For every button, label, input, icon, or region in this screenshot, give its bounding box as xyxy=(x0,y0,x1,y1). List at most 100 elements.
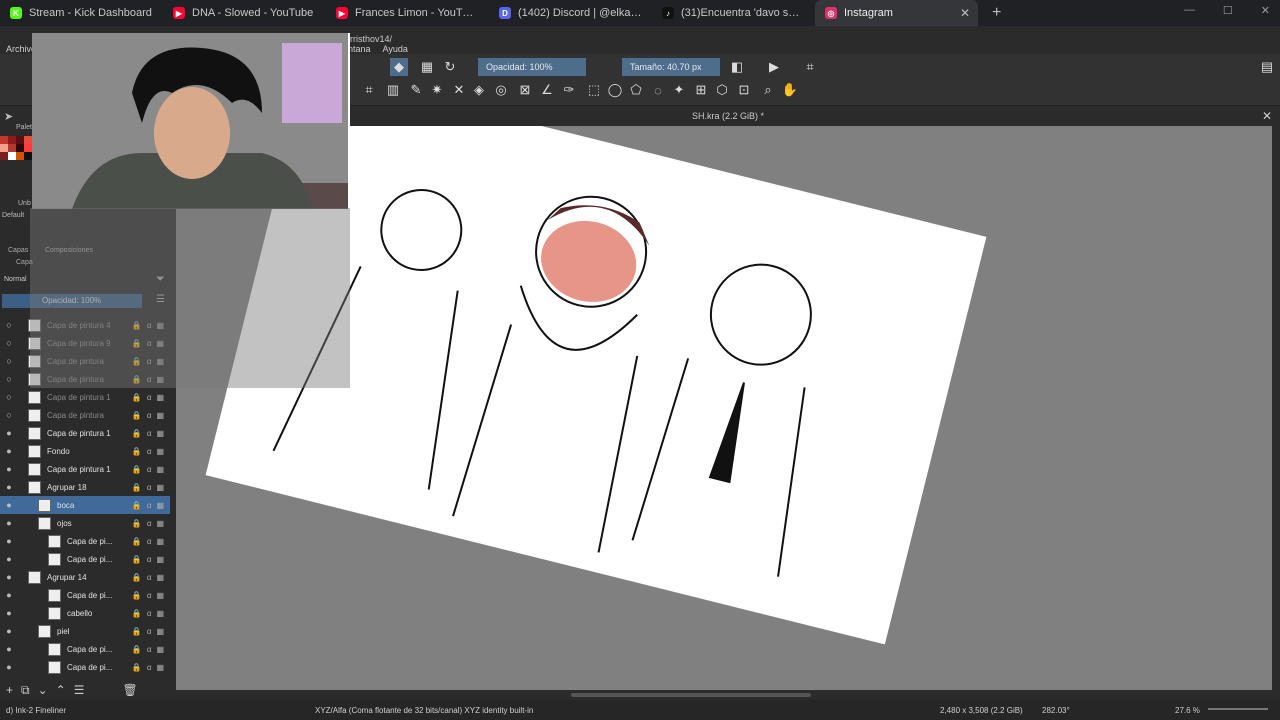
alpha-icon[interactable]: α xyxy=(147,663,152,672)
alpha-lock-icon[interactable]: ▦ xyxy=(418,58,436,76)
freehand-select-icon[interactable]: ◌ xyxy=(649,81,667,99)
layer-row[interactable]: ● Capa de pi... 🔒 α ▦ xyxy=(0,640,170,658)
close-window-icon[interactable]: ✕ xyxy=(1261,4,1270,17)
browser-tab[interactable]: ◎ Instagram ✕ xyxy=(815,0,978,26)
layer-row[interactable]: ○ Capa de pintura 🔒 α ▦ xyxy=(0,406,170,424)
layer-row[interactable]: ○ Capa de pintura 1 🔒 α ▦ xyxy=(0,388,170,406)
layer-name[interactable]: ojos xyxy=(57,519,132,528)
visibility-eye-icon[interactable]: ○ xyxy=(0,374,18,384)
mirror-v-icon[interactable]: ▶ xyxy=(765,58,783,76)
lock-icon[interactable]: 🔒 xyxy=(132,573,142,582)
visibility-eye-icon[interactable]: ● xyxy=(0,482,18,492)
zoom-slider[interactable] xyxy=(1208,708,1268,710)
layer-row[interactable]: ● ojos 🔒 α ▦ xyxy=(0,514,170,532)
reset-icon[interactable]: ↻ xyxy=(441,58,459,76)
panel-toggle-icon[interactable]: ▤ xyxy=(1258,58,1276,76)
add-layer-icon[interactable]: + xyxy=(6,683,13,697)
lock-icon[interactable]: 🔒 xyxy=(132,609,142,618)
layer-row[interactable]: ● Capa de pi... 🔒 α ▦ xyxy=(0,550,170,568)
scrollbar-thumb[interactable] xyxy=(571,693,811,697)
layer-row[interactable]: ● Agrupar 14 🔒 α ▦ xyxy=(0,568,170,586)
blend-icon[interactable]: ▦ xyxy=(156,411,164,420)
minimize-icon[interactable]: — xyxy=(1184,4,1195,17)
layer-name[interactable]: boca xyxy=(57,501,132,510)
mirror-h-icon[interactable]: ◧ xyxy=(728,58,746,76)
brush-size-field[interactable]: Tamaño: 40.70 px xyxy=(622,58,720,76)
blend-icon[interactable]: ▦ xyxy=(156,627,164,636)
visibility-eye-icon[interactable]: ● xyxy=(0,626,18,636)
browser-tab[interactable]: ▶ Frances Limon - YouTube xyxy=(326,0,489,26)
alpha-icon[interactable]: α xyxy=(147,393,152,402)
visibility-eye-icon[interactable]: ● xyxy=(0,644,18,654)
alpha-icon[interactable]: α xyxy=(147,483,152,492)
layer-name[interactable]: Capa de pintura 1 xyxy=(47,429,132,438)
layer-row[interactable]: ● cabello 🔒 α ▦ xyxy=(0,604,170,622)
blend-icon[interactable]: ▦ xyxy=(156,663,164,672)
crop-icon[interactable]: ⌗ xyxy=(801,58,819,76)
blend-icon[interactable]: ▦ xyxy=(156,393,164,402)
visibility-eye-icon[interactable]: ● xyxy=(0,590,18,600)
lock-icon[interactable]: 🔒 xyxy=(132,627,142,636)
alpha-icon[interactable]: α xyxy=(147,411,152,420)
layer-row[interactable]: ● boca 🔒 α ▦ xyxy=(0,496,170,514)
magic-wand-icon[interactable]: ✦ xyxy=(670,81,688,99)
maximize-icon[interactable]: ☐ xyxy=(1223,4,1233,17)
blend-icon[interactable]: ▦ xyxy=(156,519,164,528)
tab-layers[interactable]: Capas xyxy=(8,247,28,254)
alpha-icon[interactable]: α xyxy=(147,429,152,438)
blend-icon[interactable]: ▦ xyxy=(156,501,164,510)
lock-icon[interactable]: 🔒 xyxy=(132,645,142,654)
duplicate-layer-icon[interactable]: ⧉ xyxy=(21,683,30,698)
color-palette[interactable] xyxy=(0,136,32,186)
ellipse-select-icon[interactable]: ◯ xyxy=(606,81,624,99)
layer-name[interactable]: Capa de pintura 1 xyxy=(47,393,132,402)
blend-icon[interactable]: ▦ xyxy=(156,591,164,600)
layer-row[interactable]: ● Capa de pintura 1 🔒 α ▦ xyxy=(0,424,170,442)
layer-row[interactable]: ● Capa de pi... 🔒 α ▦ xyxy=(0,658,170,676)
lock-icon[interactable]: 🔒 xyxy=(132,465,142,474)
alpha-icon[interactable]: α xyxy=(147,573,152,582)
visibility-eye-icon[interactable]: ○ xyxy=(0,320,18,330)
alpha-icon[interactable]: α xyxy=(147,537,152,546)
layer-name[interactable]: Capa de pintura xyxy=(47,411,132,420)
move-up-icon[interactable]: ⌃ xyxy=(56,683,66,697)
alpha-icon[interactable]: α xyxy=(147,519,152,528)
alpha-icon[interactable]: α xyxy=(147,609,152,618)
layer-row[interactable]: ● Capa de pintura 1 🔒 α ▦ xyxy=(0,460,170,478)
layer-row[interactable]: ● Agrupar 18 🔒 α ▦ xyxy=(0,478,170,496)
blend-icon[interactable]: ▦ xyxy=(156,429,164,438)
visibility-eye-icon[interactable]: ● xyxy=(0,428,18,438)
bezier-select-icon[interactable]: ⬡ xyxy=(713,81,731,99)
browser-tab[interactable]: K Stream - Kick Dashboard xyxy=(0,0,163,26)
lock-icon[interactable]: 🔒 xyxy=(132,537,142,546)
layer-name[interactable]: cabello xyxy=(67,609,132,618)
browser-tab[interactable]: ▶ DNA - Slowed - YouTube xyxy=(163,0,326,26)
rect-select-icon[interactable]: ⬚ xyxy=(585,81,603,99)
select-tool-icon[interactable]: ➤ xyxy=(4,110,13,123)
blend-icon[interactable]: ▦ xyxy=(156,645,164,654)
magnetic-select-icon[interactable]: ⊡ xyxy=(735,81,753,99)
layer-name[interactable]: Capa de pintura 1 xyxy=(47,465,132,474)
visibility-eye-icon[interactable]: ● xyxy=(0,572,18,582)
close-document-icon[interactable]: ✕ xyxy=(1262,106,1272,126)
alpha-icon[interactable]: α xyxy=(147,501,152,510)
delete-layer-icon[interactable]: 🗑 xyxy=(122,683,137,697)
assistant-icon[interactable]: ◎ xyxy=(492,81,510,99)
pan-icon[interactable]: ✋ xyxy=(781,81,799,99)
pin-icon[interactable]: ✑ xyxy=(560,81,578,99)
alpha-icon[interactable]: α xyxy=(147,465,152,474)
lock-icon[interactable]: 🔒 xyxy=(132,555,142,564)
lock-icon[interactable]: 🔒 xyxy=(132,519,142,528)
visibility-eye-icon[interactable]: ○ xyxy=(0,410,18,420)
blend-icon[interactable]: ▦ xyxy=(156,555,164,564)
lock-icon[interactable]: 🔒 xyxy=(132,429,142,438)
blend-icon[interactable]: ▦ xyxy=(156,573,164,582)
layer-name[interactable]: Capa de pi... xyxy=(67,645,132,654)
layer-name[interactable]: Capa de pi... xyxy=(67,591,132,600)
eraser-icon[interactable]: ◆ xyxy=(390,58,408,76)
visibility-eye-icon[interactable]: ● xyxy=(0,536,18,546)
status-zoom[interactable]: 27.6 % xyxy=(1175,706,1200,715)
brush-opacity-field[interactable]: Opacidad: 100% xyxy=(478,58,586,76)
zoom-icon[interactable]: ⌕ xyxy=(759,81,777,99)
eyedropper-icon[interactable]: ✎ xyxy=(407,81,425,99)
